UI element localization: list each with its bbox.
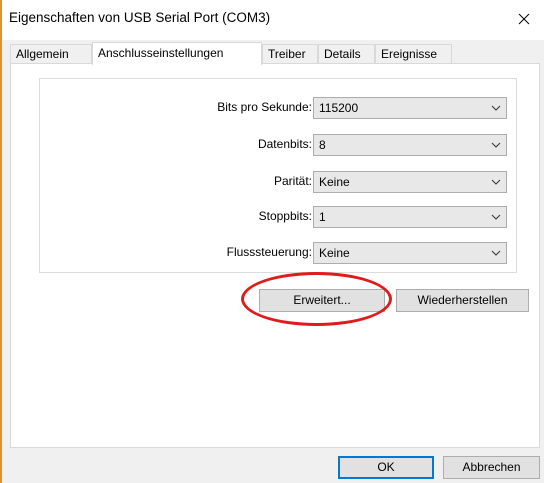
- ok-button[interactable]: OK: [338, 456, 434, 479]
- tab-strip: Allgemein Anschlusseinstellungen Treiber…: [10, 42, 540, 65]
- chevron-down-icon: [491, 179, 501, 185]
- tab-label: Ereignisse: [381, 47, 438, 61]
- bits-per-second-select[interactable]: 115200: [313, 97, 507, 119]
- chevron-down-icon: [491, 250, 501, 256]
- data-bits-select[interactable]: 8: [313, 134, 507, 156]
- stop-bits-row: Stoppbits: 1: [40, 206, 518, 228]
- parity-value: Keine: [319, 175, 350, 189]
- title-bar: Eigenschaften von USB Serial Port (COM3): [2, 0, 544, 40]
- tab-details[interactable]: Details: [318, 44, 375, 64]
- tab-label: Anschlusseinstellungen: [98, 46, 224, 60]
- cancel-button[interactable]: Abbrechen: [443, 456, 540, 479]
- flow-control-value: Keine: [319, 246, 350, 260]
- port-settings-group: Bits pro Sekunde: 115200 Datenbits: 8 Pa…: [39, 78, 517, 273]
- data-bits-label: Datenbits:: [257, 137, 312, 151]
- restore-defaults-button[interactable]: Wiederherstellen: [396, 289, 529, 312]
- tab-port-settings[interactable]: Anschlusseinstellungen: [92, 42, 262, 65]
- tab-general[interactable]: Allgemein: [10, 44, 92, 64]
- bits-per-second-row: Bits pro Sekunde: 115200: [40, 97, 518, 119]
- data-bits-value: 8: [319, 138, 326, 152]
- parity-row: Parität: Keine: [40, 171, 518, 193]
- flow-control-select[interactable]: Keine: [313, 242, 507, 264]
- chevron-down-icon: [491, 214, 501, 220]
- close-button[interactable]: [508, 4, 540, 34]
- tab-label: Details: [324, 47, 361, 61]
- window-title: Eigenschaften von USB Serial Port (COM3): [9, 10, 271, 25]
- advanced-button[interactable]: Erweitert...: [259, 289, 385, 312]
- tab-label: Allgemein: [16, 47, 69, 61]
- chevron-down-icon: [491, 105, 501, 111]
- flow-control-row: Flusssteuerung: Keine: [40, 242, 518, 264]
- parity-label: Parität:: [273, 174, 312, 188]
- stop-bits-value: 1: [319, 210, 326, 224]
- chevron-down-icon: [491, 142, 501, 148]
- parity-select[interactable]: Keine: [313, 171, 507, 193]
- bits-per-second-label: Bits pro Sekunde:: [217, 100, 312, 114]
- stop-bits-label: Stoppbits:: [258, 209, 312, 223]
- flow-control-label: Flusssteuerung:: [226, 245, 312, 259]
- tab-panel-port-settings: Bits pro Sekunde: 115200 Datenbits: 8 Pa…: [10, 63, 540, 448]
- bits-per-second-value: 115200: [319, 101, 359, 115]
- tab-events[interactable]: Ereignisse: [375, 44, 452, 64]
- stop-bits-select[interactable]: 1: [313, 206, 507, 228]
- properties-dialog: Eigenschaften von USB Serial Port (COM3)…: [0, 0, 544, 483]
- tab-label: Treiber: [268, 47, 306, 61]
- tab-driver[interactable]: Treiber: [262, 44, 318, 64]
- data-bits-row: Datenbits: 8: [40, 134, 518, 156]
- close-icon: [518, 13, 530, 25]
